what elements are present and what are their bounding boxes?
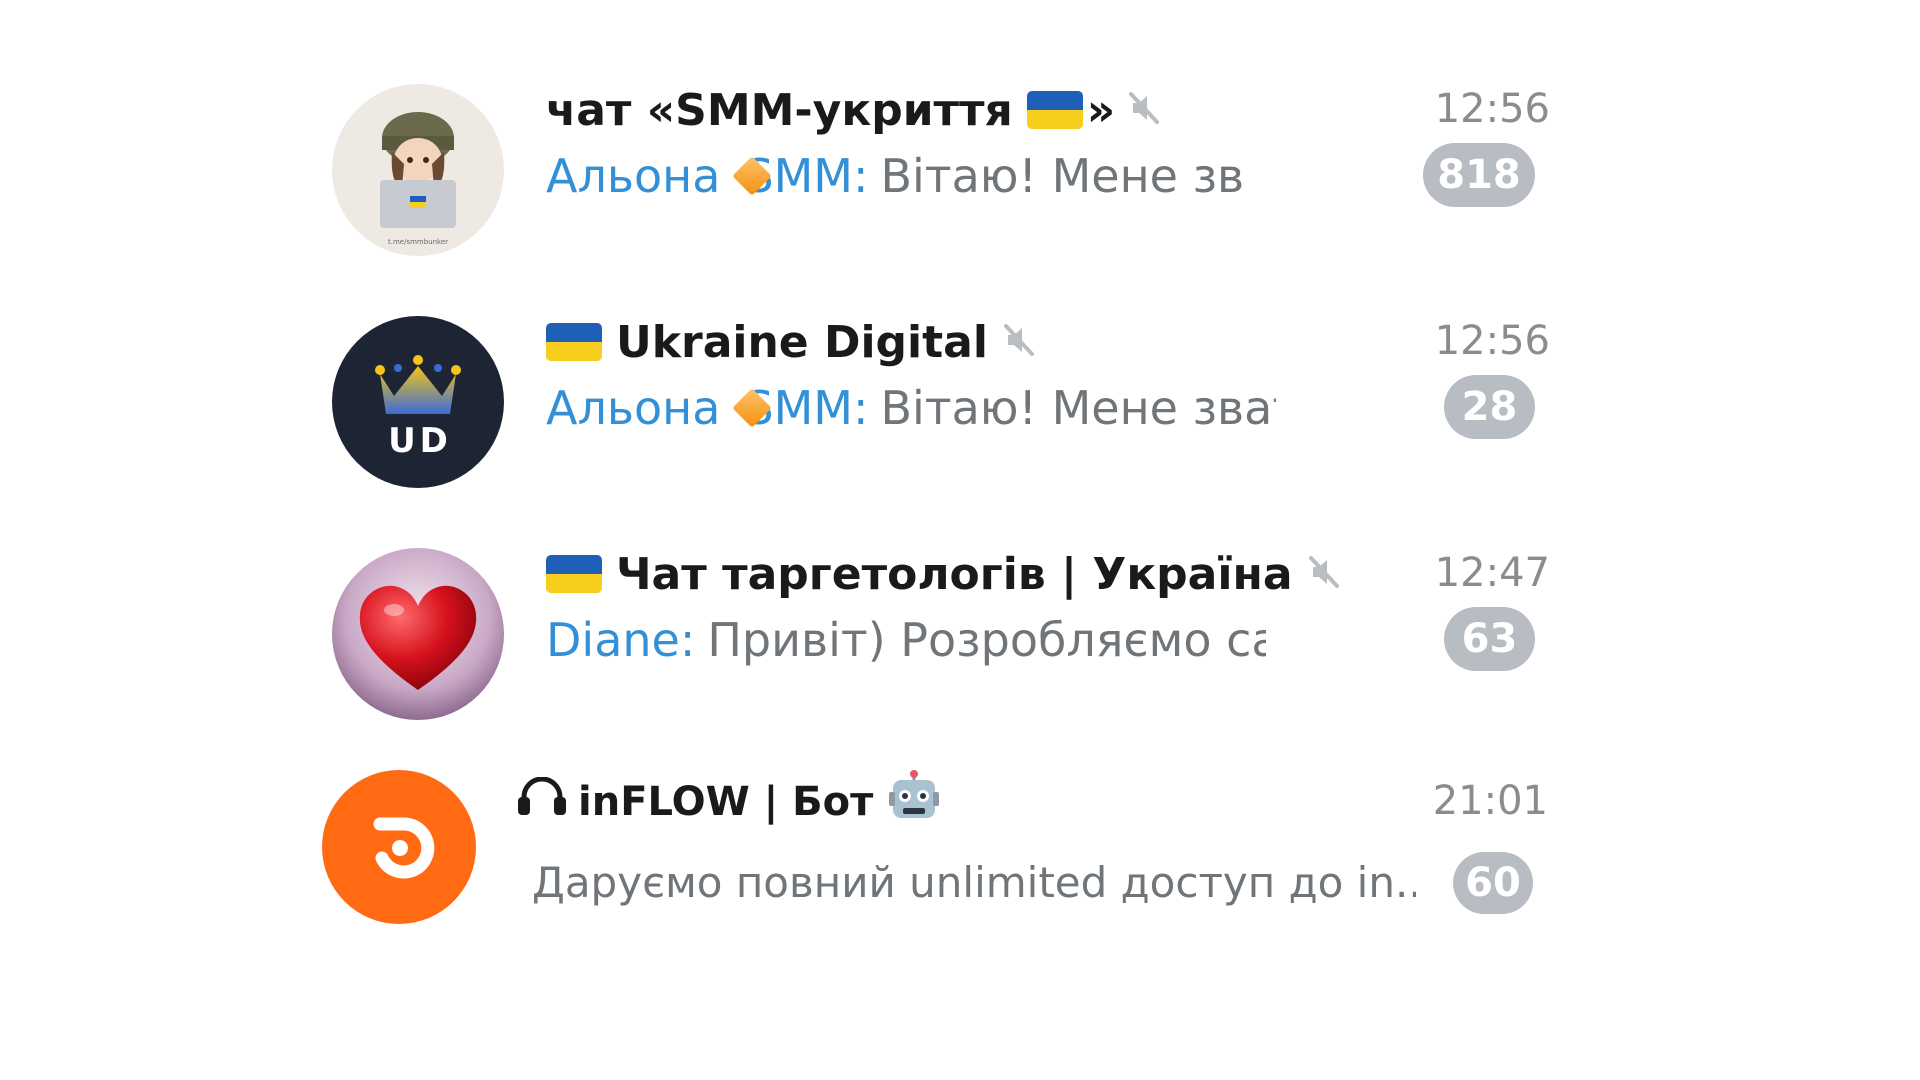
ukraine-flag-icon [546, 323, 602, 361]
chat-preview: Даруємо повний unlimited доступ до in... [516, 852, 1416, 912]
chat-time: 12:56 [1434, 86, 1550, 132]
message-text: Вітаю! Мене звати... [880, 381, 1276, 435]
message-text: Привіт) Розробляємо сайти... [707, 613, 1266, 667]
heart-avatar-icon [332, 548, 504, 720]
chat-preview: Diane: Привіт) Розробляємо сайти... [546, 610, 1266, 670]
chat-time: 12:47 [1434, 550, 1550, 596]
chat-title-text: чат «SMM-укриття [546, 84, 1013, 136]
chat-avatar-ukraine-digital: UD [332, 316, 504, 488]
chat-title-suffix: » [1086, 84, 1116, 136]
crown-logo-icon: UD [375, 355, 461, 461]
soldier-laptop-avatar-icon: t.me/smmbunker [380, 112, 456, 246]
chat-preview: Альона SMM: Вітаю! Мене звати... [546, 378, 1276, 438]
ukraine-flag-icon [546, 555, 602, 593]
speaker-muted-icon [1308, 549, 1339, 600]
chat-avatar-targetologists [332, 548, 504, 720]
chat-title-text: inFLOW | Бот [578, 779, 874, 825]
robot-face-icon [887, 770, 941, 834]
avatar-caption: t.me/smmbunker [388, 238, 448, 246]
chat-row-smm-ukryttia[interactable]: t.me/smmbunker чат «SMM-укриття » 12:56 … [320, 80, 1550, 260]
chat-title: Ukraine Digital [546, 314, 1034, 370]
chat-avatar-inflow-bot [322, 770, 476, 924]
chat-time: 12:56 [1434, 318, 1550, 364]
chat-avatar-smm-ukryttia: t.me/smmbunker [332, 84, 504, 256]
chat-title: inFLOW | Бот [516, 770, 941, 830]
chat-title: чат «SMM-укриття » [546, 82, 1160, 138]
chat-title-text: Чат таргетологів | Україна [616, 548, 1293, 600]
unread-badge: 60 [1453, 852, 1533, 914]
sender-name: Diane: [546, 613, 696, 667]
chat-preview: Альона SMM: Вітаю! Мене зват... [546, 146, 1246, 206]
sender-name: Альона [546, 149, 721, 203]
message-text: Даруємо повний unlimited доступ до in... [532, 857, 1416, 907]
chat-title-text: Ukraine Digital [616, 316, 988, 368]
message-text: Вітаю! Мене зват... [880, 149, 1246, 203]
chat-title: Чат таргетологів | Україна [546, 546, 1339, 602]
avatar-text: UD [388, 421, 452, 461]
unread-badge: 63 [1444, 607, 1535, 671]
sender-name: Альона [546, 381, 721, 435]
chat-row-ukraine-digital[interactable]: UD Ukraine Digital 12:56 Альона SMM: Віт… [320, 312, 1550, 492]
inflow-logo-icon [373, 817, 435, 879]
chat-time: 21:01 [1432, 778, 1548, 824]
headphones-icon [516, 776, 568, 827]
chat-list: t.me/smmbunker чат «SMM-укриття » 12:56 … [0, 0, 1920, 1080]
unread-badge: 818 [1423, 143, 1535, 207]
chat-row-inflow-bot[interactable]: inFLOW | Бот 21:01 Даруємо повний unlimi… [310, 766, 1550, 936]
chat-row-targetologists[interactable]: Чат таргетологів | Україна 12:47 Diane: … [320, 544, 1550, 724]
ukraine-flag-icon [1026, 91, 1083, 129]
speaker-muted-icon [1129, 85, 1160, 136]
unread-badge: 28 [1444, 375, 1535, 439]
speaker-muted-icon [1003, 317, 1034, 368]
